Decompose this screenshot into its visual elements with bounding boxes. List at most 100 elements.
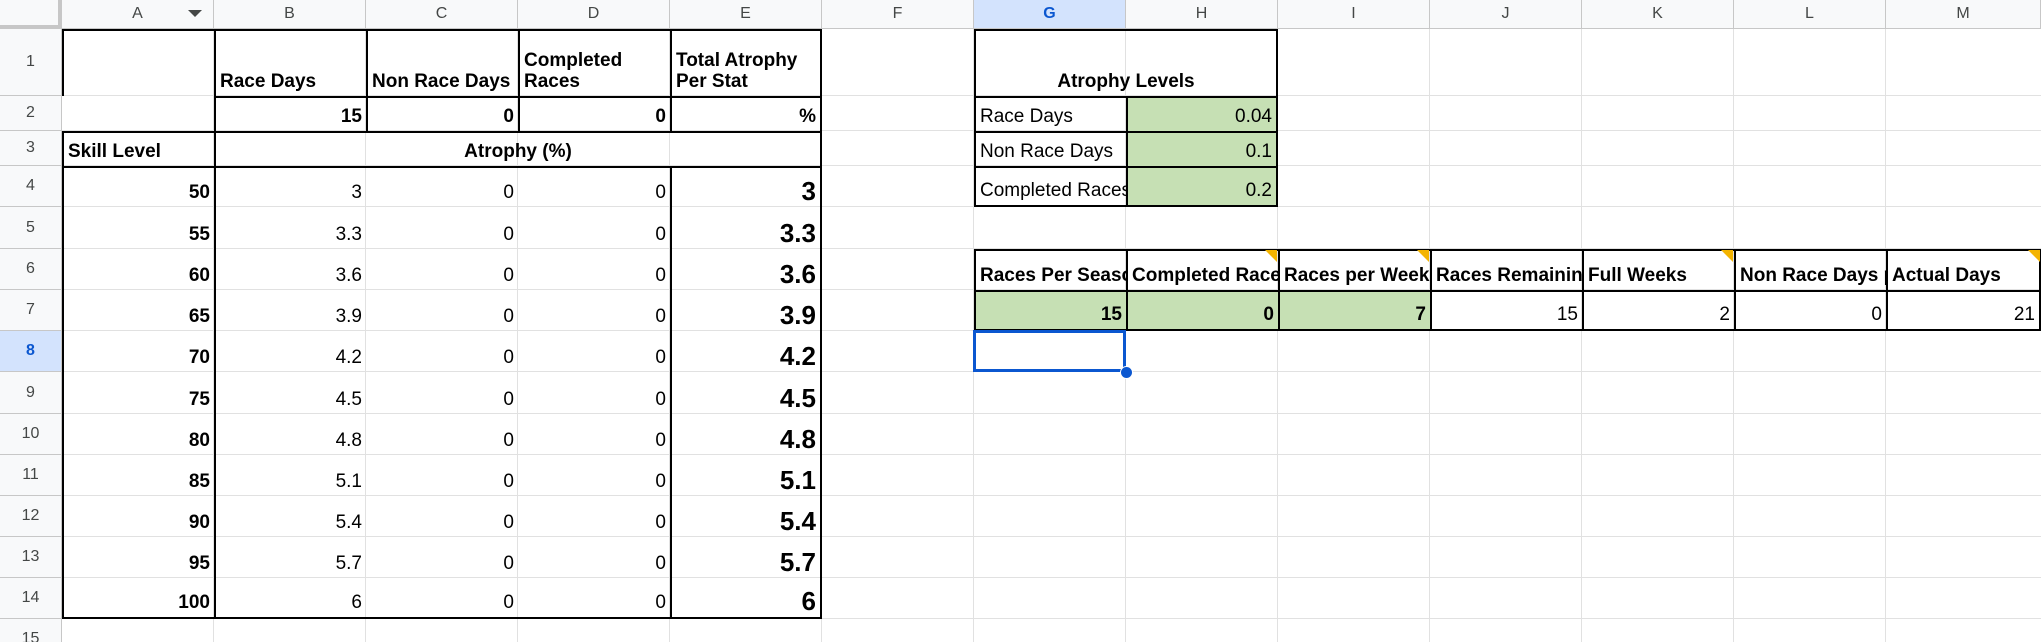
selected-cell-outline[interactable] — [973, 330, 1126, 372]
column-header-l[interactable]: L — [1734, 0, 1886, 29]
season-value-cell[interactable]: 0 — [1734, 290, 1886, 331]
non-race-atrophy-cell[interactable]: 0 — [366, 455, 518, 496]
total-atrophy-header[interactable]: Total Atrophy Per Stat — [670, 29, 822, 96]
race-days-value[interactable]: 15 — [214, 96, 366, 131]
non-race-days-value[interactable]: 0 — [366, 96, 518, 131]
comment-indicator-icon[interactable] — [1265, 250, 1277, 262]
row-header-9[interactable]: 9 — [0, 372, 62, 414]
completed-atrophy-cell[interactable]: 0 — [518, 537, 670, 578]
completed-atrophy-cell[interactable]: 0 — [518, 414, 670, 455]
completed-races-header[interactable]: Completed Races — [518, 29, 670, 96]
skill-level-cell[interactable]: 90 — [62, 496, 214, 537]
season-header-cell[interactable]: Races Remaining — [1430, 249, 1582, 290]
cell-a1[interactable] — [62, 29, 214, 96]
total-atrophy-cell[interactable]: 3.9 — [670, 290, 822, 331]
atrophy-level-label[interactable]: Non Race Days — [974, 131, 1126, 166]
completed-atrophy-cell[interactable]: 0 — [518, 372, 670, 414]
total-atrophy-cell[interactable]: 6 — [670, 578, 822, 619]
non-race-atrophy-cell[interactable]: 0 — [366, 414, 518, 455]
atrophy-level-value[interactable]: 0.1 — [1126, 131, 1278, 166]
race-days-header[interactable]: Race Days — [214, 29, 366, 96]
non-race-atrophy-cell[interactable]: 0 — [366, 290, 518, 331]
race-atrophy-cell[interactable]: 5.4 — [214, 496, 366, 537]
row-header-15[interactable]: 15 — [0, 619, 62, 642]
skill-level-cell[interactable]: 100 — [62, 578, 214, 619]
comment-indicator-icon[interactable] — [1721, 250, 1733, 262]
season-value-cell[interactable]: 2 — [1582, 290, 1734, 331]
row-header-10[interactable]: 10 — [0, 414, 62, 455]
skill-level-cell[interactable]: 65 — [62, 290, 214, 331]
atrophy-levels-title[interactable]: Atrophy Levels — [974, 29, 1278, 96]
total-atrophy-cell[interactable]: 4.8 — [670, 414, 822, 455]
total-atrophy-cell[interactable]: 5.7 — [670, 537, 822, 578]
total-atrophy-cell[interactable]: 5.1 — [670, 455, 822, 496]
skill-level-label[interactable]: Skill Level — [62, 131, 214, 166]
completed-atrophy-cell[interactable]: 0 — [518, 496, 670, 537]
row-header-8[interactable]: 8 — [0, 331, 62, 372]
race-atrophy-cell[interactable]: 3.6 — [214, 249, 366, 290]
column-header-g[interactable]: G — [974, 0, 1126, 29]
column-header-d[interactable]: D — [518, 0, 670, 29]
column-header-e[interactable]: E — [670, 0, 822, 29]
completed-atrophy-cell[interactable]: 0 — [518, 455, 670, 496]
season-header-cell[interactable]: Actual Days — [1886, 249, 2041, 290]
non-race-atrophy-cell[interactable]: 0 — [366, 207, 518, 249]
total-atrophy-cell[interactable]: 4.5 — [670, 372, 822, 414]
comment-indicator-icon[interactable] — [2028, 250, 2040, 262]
row-header-11[interactable]: 11 — [0, 455, 62, 496]
completed-races-value[interactable]: 0 — [518, 96, 670, 131]
skill-level-cell[interactable]: 80 — [62, 414, 214, 455]
atrophy-level-value[interactable]: 0.04 — [1126, 96, 1278, 131]
non-race-atrophy-cell[interactable]: 0 — [366, 249, 518, 290]
race-atrophy-cell[interactable]: 3 — [214, 166, 366, 207]
non-race-atrophy-cell[interactable]: 0 — [366, 166, 518, 207]
row-header-2[interactable]: 2 — [0, 96, 62, 131]
column-header-h[interactable]: H — [1126, 0, 1278, 29]
season-value-cell[interactable]: 21 — [1886, 290, 2041, 331]
total-atrophy-cell[interactable]: 3 — [670, 166, 822, 207]
completed-atrophy-cell[interactable]: 0 — [518, 290, 670, 331]
total-atrophy-cell[interactable]: 3.3 — [670, 207, 822, 249]
season-header-cell[interactable]: Races per Week — [1278, 249, 1430, 290]
skill-level-cell[interactable]: 95 — [62, 537, 214, 578]
season-header-cell[interactable]: Completed Races — [1126, 249, 1278, 290]
percent-unit-cell[interactable]: % — [670, 96, 822, 131]
season-header-cell[interactable]: Full Weeks — [1582, 249, 1734, 290]
select-all-corner[interactable] — [0, 0, 62, 29]
completed-atrophy-cell[interactable]: 0 — [518, 578, 670, 619]
row-header-13[interactable]: 13 — [0, 537, 62, 578]
skill-level-cell[interactable]: 85 — [62, 455, 214, 496]
row-header-12[interactable]: 12 — [0, 496, 62, 537]
total-atrophy-cell[interactable]: 5.4 — [670, 496, 822, 537]
completed-atrophy-cell[interactable]: 0 — [518, 331, 670, 372]
row-header-4[interactable]: 4 — [0, 166, 62, 207]
atrophy-level-value[interactable]: 0.2 — [1126, 166, 1278, 207]
skill-level-cell[interactable]: 70 — [62, 331, 214, 372]
row-header-7[interactable]: 7 — [0, 290, 62, 331]
skill-level-cell[interactable]: 55 — [62, 207, 214, 249]
comment-indicator-icon[interactable] — [1417, 250, 1429, 262]
non-race-atrophy-cell[interactable]: 0 — [366, 372, 518, 414]
row-header-5[interactable]: 5 — [0, 207, 62, 249]
row-header-14[interactable]: 14 — [0, 578, 62, 619]
column-a-filter-icon[interactable] — [188, 10, 202, 17]
column-header-c[interactable]: C — [366, 0, 518, 29]
column-header-b[interactable]: B — [214, 0, 366, 29]
season-header-cell[interactable]: Non Race Days per Week — [1734, 249, 1886, 290]
completed-atrophy-cell[interactable]: 0 — [518, 166, 670, 207]
non-race-atrophy-cell[interactable]: 0 — [366, 331, 518, 372]
completed-atrophy-cell[interactable]: 0 — [518, 207, 670, 249]
race-atrophy-cell[interactable]: 4.8 — [214, 414, 366, 455]
column-header-j[interactable]: J — [1430, 0, 1582, 29]
row-header-6[interactable]: 6 — [0, 249, 62, 290]
row-header-3[interactable]: 3 — [0, 131, 62, 166]
race-atrophy-cell[interactable]: 3.9 — [214, 290, 366, 331]
race-atrophy-cell[interactable]: 5.1 — [214, 455, 366, 496]
total-atrophy-cell[interactable]: 3.6 — [670, 249, 822, 290]
non-race-days-header[interactable]: Non Race Days — [366, 29, 518, 96]
non-race-atrophy-cell[interactable]: 0 — [366, 496, 518, 537]
season-header-cell[interactable]: Races Per Season — [974, 249, 1126, 290]
season-value-cell[interactable]: 0 — [1126, 290, 1278, 331]
total-atrophy-cell[interactable]: 4.2 — [670, 331, 822, 372]
race-atrophy-cell[interactable]: 5.7 — [214, 537, 366, 578]
